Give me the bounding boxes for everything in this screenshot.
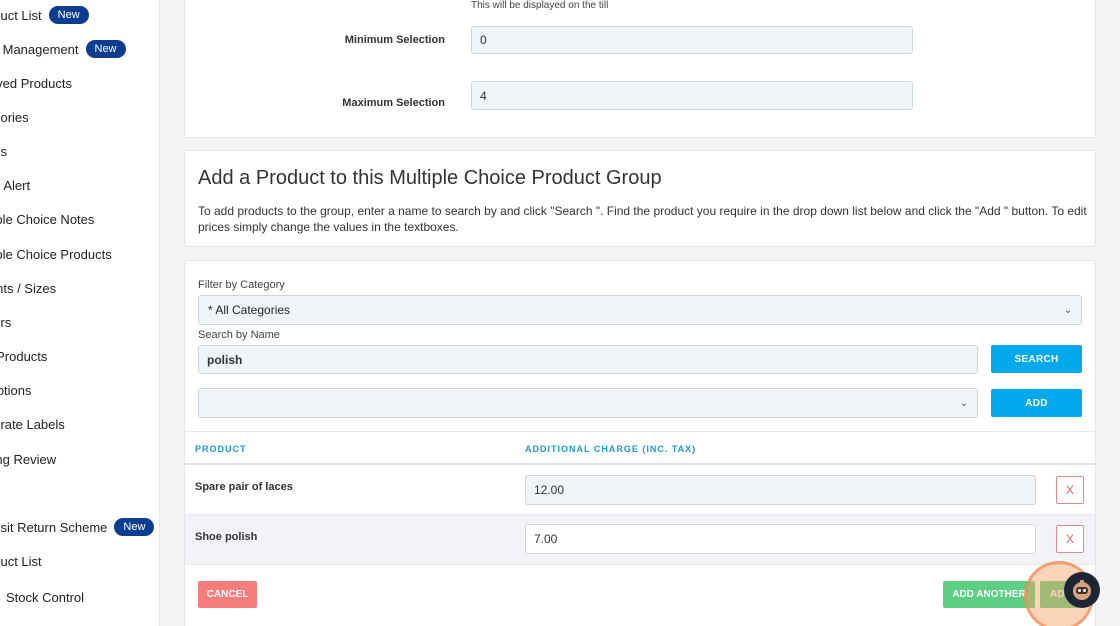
charge-input[interactable]: 12.00 [525, 475, 1036, 505]
sidebar-item-stock-control[interactable]: Stock Control [6, 587, 84, 607]
add-product-title: Add a Product to this Multiple Choice Pr… [198, 167, 662, 189]
sidebar-item-label: c Products [0, 348, 48, 364]
sidebar-item-colours[interactable]: ours [0, 312, 11, 332]
max-selection-input[interactable]: 4 [471, 81, 913, 110]
search-input[interactable]: polish [198, 345, 978, 374]
add-button[interactable]: ADD [991, 389, 1082, 417]
sidebar-item-label: ck Management [0, 41, 79, 57]
sidebar-item-misc-products[interactable]: c Products [0, 346, 47, 366]
new-badge: New [114, 518, 155, 536]
sidebar-item-multiple-choice-products[interactable]: ltiple Choice Products [0, 244, 112, 264]
search-name-label: Search by Name [198, 329, 280, 341]
sidebar-item-label: ltiple Choice Notes [0, 211, 95, 227]
sidebar-item-label: nds [0, 143, 7, 159]
sidebar-item-label: oduct List [0, 553, 42, 569]
new-badge: New [48, 6, 89, 24]
category-select[interactable]: * All Categories ⌄ [198, 295, 1082, 325]
sidebar-item-label: iants / Sizes [0, 280, 57, 296]
category-filter-label: Filter by Category [198, 279, 285, 291]
sidebar-item-label: posit Return Scheme [0, 519, 108, 535]
sidebar: oduct List New ck Management New hived Pro… [0, 0, 160, 626]
sidebar-item-label: up Alert [0, 177, 31, 193]
sidebar-item-promotions[interactable]: motions [0, 380, 32, 400]
charge-input[interactable]: 7.00 [525, 524, 1036, 554]
remove-row-button[interactable]: X [1056, 476, 1084, 504]
sidebar-item-brands[interactable]: nds [0, 141, 7, 161]
sidebar-item-group-alert[interactable]: up Alert [0, 175, 30, 195]
sidebar-item-label: Stock Control [6, 589, 85, 605]
chat-bot-face [1073, 580, 1091, 600]
sidebar-item-label: egories [0, 109, 29, 125]
col-product-header: PRODUCT [195, 444, 247, 454]
category-select-value: * All Categories [208, 303, 291, 317]
group-settings-panel: This will be displayed on the till Minim… [184, 0, 1096, 138]
add-product-panel: Add a Product to this Multiple Choice Pr… [184, 150, 1096, 247]
sidebar-item-multiple-choice-notes[interactable]: ltiple Choice Notes [0, 209, 94, 229]
sidebar-item-label: motions [0, 382, 32, 398]
search-button[interactable]: SEARCH [991, 345, 1082, 373]
table-header: PRODUCT ADDITIONAL CHARGE (INC. TAX) [185, 431, 1095, 465]
sidebar-item-label: ltiple Choice Products [0, 246, 112, 262]
col-charge-header: ADDITIONAL CHARGE (INC. TAX) [525, 444, 697, 454]
sidebar-item-deposit-return-scheme[interactable]: posit Return Scheme New [0, 517, 155, 537]
sidebar-item-label: ours [0, 314, 12, 330]
product-filter-panel: Filter by Category * All Categories ⌄ Se… [184, 260, 1096, 626]
min-selection-input[interactable]: 0 [471, 26, 913, 54]
product-name: Spare pair of laces [195, 481, 293, 493]
sidebar-item-categories[interactable]: egories [0, 107, 29, 127]
sidebar-item-product-list[interactable]: oduct List New [0, 5, 89, 25]
product-name: Shoe polish [195, 531, 258, 543]
sidebar-item-variants-sizes[interactable]: iants / Sizes [0, 278, 56, 298]
new-badge: New [85, 40, 126, 58]
sidebar-item-label: ying Review [0, 451, 57, 467]
table-row: Spare pair of laces 12.00 X [185, 465, 1095, 515]
max-selection-label: Maximum Selection [342, 97, 445, 109]
chevron-down-icon: ⌄ [1063, 304, 1072, 316]
till-hint: This will be displayed on the till [471, 0, 609, 11]
sidebar-item-stock-management[interactable]: ck Management New [0, 39, 126, 59]
min-selection-label: Minimum Selection [344, 34, 445, 46]
sidebar-item-buying-review[interactable]: ying Review [0, 449, 56, 469]
add-another-button[interactable]: ADD ANOTHER [943, 581, 1035, 608]
table-row: Shoe polish 7.00 X [185, 515, 1095, 565]
sidebar-item-generate-labels[interactable]: nerate Labels [0, 414, 65, 434]
sidebar-item-label: nerate Labels [0, 416, 65, 432]
cancel-button[interactable]: CANCEL [198, 581, 257, 608]
sidebar-item-label: hived Products [0, 75, 72, 91]
add-product-description: To add products to the group, enter a na… [198, 204, 1087, 234]
sidebar-item-archived-products[interactable]: hived Products [0, 73, 72, 93]
remove-row-button[interactable]: X [1056, 525, 1084, 553]
sidebar-item-label: oduct List [0, 7, 42, 23]
chevron-down-icon: ⌄ [959, 397, 968, 409]
chat-bot-icon[interactable] [1064, 572, 1100, 608]
sidebar-item-product-list-2[interactable]: oduct List [0, 551, 42, 571]
product-select[interactable]: ⌄ [198, 388, 978, 418]
